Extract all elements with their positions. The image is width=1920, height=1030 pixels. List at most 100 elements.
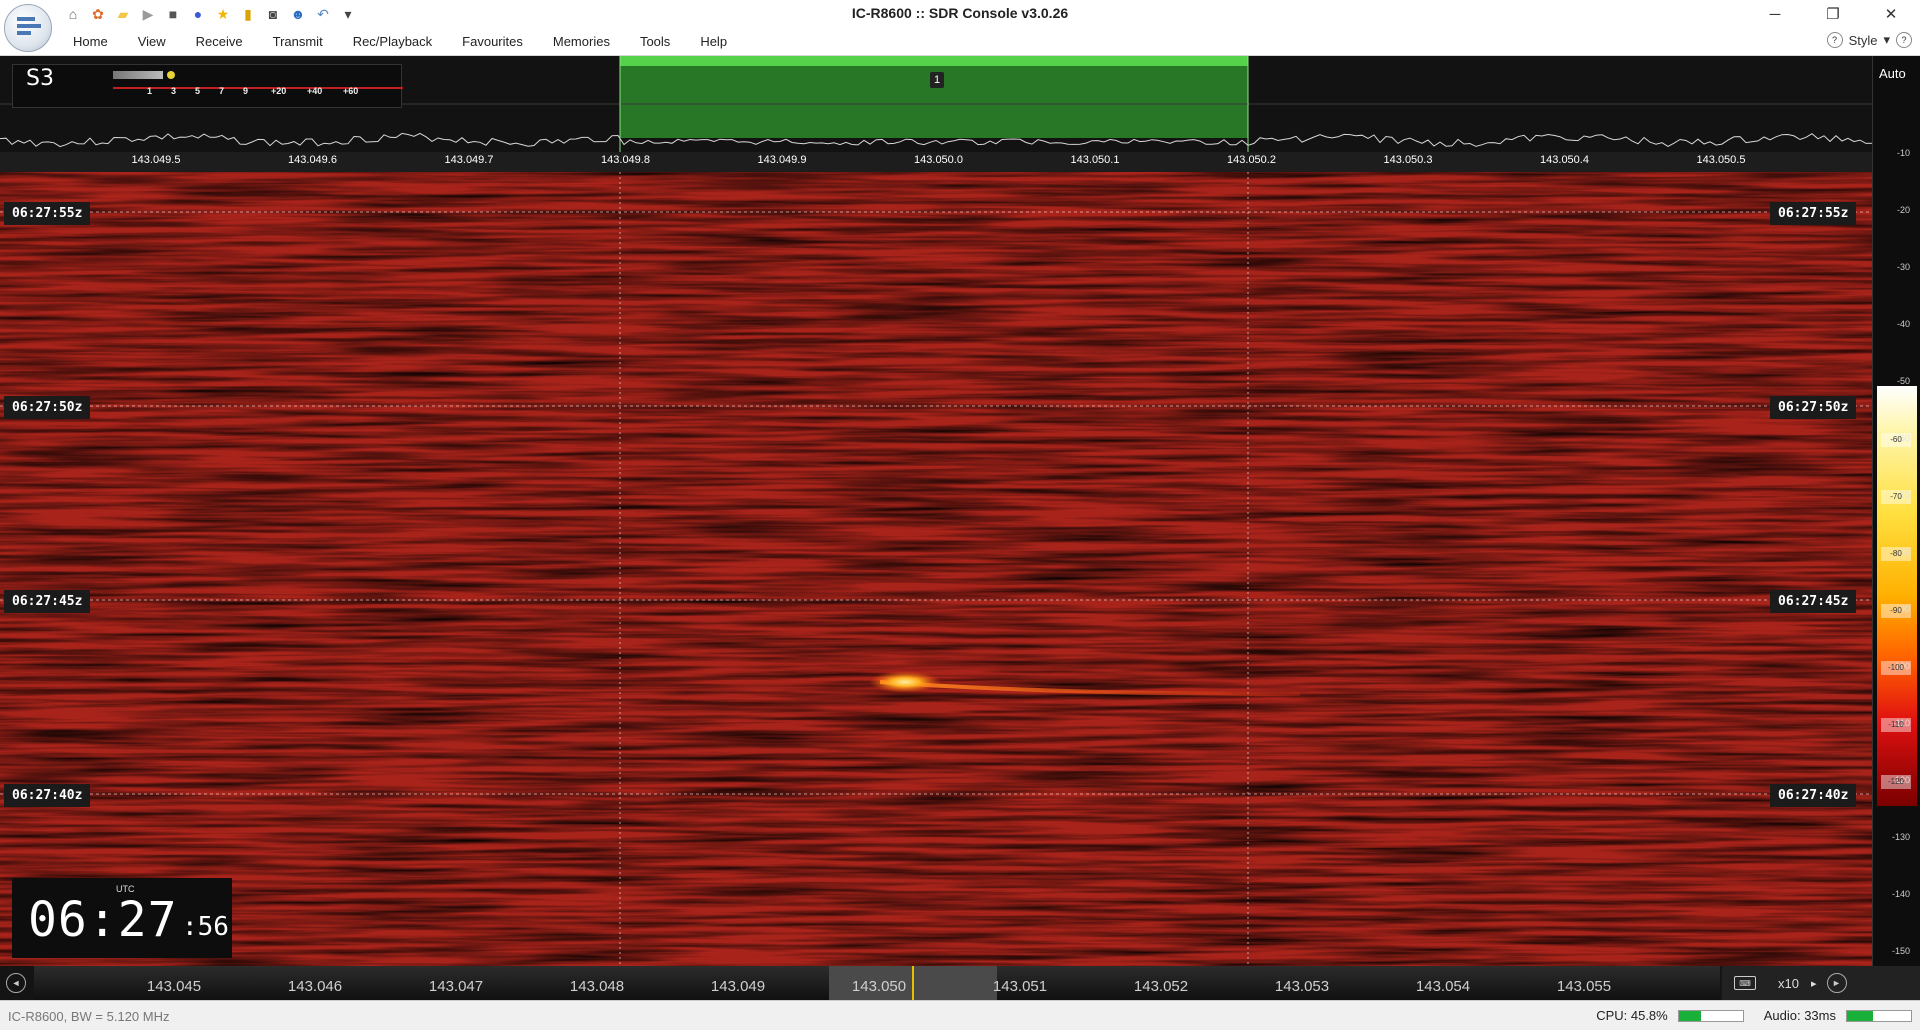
s-meter-reading: S3 xyxy=(26,66,54,91)
frequency-bar: ◄ 143.045 143.046 143.047 143.048 143.049 143… xyxy=(0,966,1920,1000)
auto-scale-button[interactable]: Auto xyxy=(1879,66,1906,81)
db-tick-label: -140 xyxy=(1891,889,1910,899)
frequency-label[interactable]: 143.054 xyxy=(1416,978,1470,995)
frequency-label[interactable]: 143.055 xyxy=(1557,978,1611,995)
menu-tools[interactable]: Tools xyxy=(625,34,685,49)
s-meter-scale-label: 9 xyxy=(243,86,249,96)
db-level-chip: -120 xyxy=(1881,775,1911,789)
menu-help[interactable]: Help xyxy=(685,34,742,49)
audio-meter-fill xyxy=(1847,1010,1873,1021)
frequency-label[interactable]: 143.048 xyxy=(570,978,624,995)
clock-hours-minutes: 06:27 xyxy=(28,892,178,948)
menu-home[interactable]: Home xyxy=(58,34,123,49)
audio-label: Audio: 33ms xyxy=(1763,1008,1836,1023)
scroll-left-button[interactable]: ◄ xyxy=(6,973,26,993)
time-label-right-1: 06:27:55z xyxy=(1770,202,1857,225)
db-level-chip: -110 xyxy=(1881,718,1911,732)
menu-memories[interactable]: Memories xyxy=(538,34,625,49)
style-icon: ? xyxy=(1826,32,1843,48)
radio-info: IC-R8600, BW = 5.120 MHz xyxy=(8,1009,170,1024)
close-button[interactable]: ✕ xyxy=(1862,0,1920,28)
keyboard-icon[interactable]: ⌨ xyxy=(1734,976,1756,990)
spectrum-tick-label: 143.049.5 xyxy=(131,154,181,166)
frequency-label[interactable]: 143.053 xyxy=(1275,978,1329,995)
spectrum-tick-label: 143.049.8 xyxy=(601,154,650,166)
spectrum-display[interactable]: S3 1 3 5 7 9 +20 +40 +60 1 143.049.5 143.049.6 14… xyxy=(0,56,1872,172)
s-meter-scale-label: 1 xyxy=(147,86,153,96)
help-icon[interactable]: ? xyxy=(1896,32,1912,48)
spectrum-tick-label: 143.050.4 xyxy=(1540,154,1589,166)
frequency-label[interactable]: 143.046 xyxy=(288,978,342,995)
style-menu[interactable]: ? Style ▾ ? xyxy=(1826,32,1912,48)
db-tick-label: -130 xyxy=(1891,832,1910,842)
db-level-chip: -80 xyxy=(1881,547,1911,561)
spectrum-tick-label: 143.050.0 xyxy=(914,154,963,166)
time-label-right-2: 06:27:50z xyxy=(1770,396,1857,419)
db-tick-label: -50 xyxy=(1896,376,1910,386)
db-level-chip: -90 xyxy=(1881,604,1911,618)
vfo-marker[interactable]: 1 xyxy=(930,72,944,88)
restore-button[interactable]: ❐ xyxy=(1804,0,1862,28)
s-meter-bar xyxy=(113,71,163,79)
spectrum-tick-label: 143.050.1 xyxy=(1070,154,1120,166)
window-controls: ─ ❐ ✕ xyxy=(1746,0,1920,28)
clock-seconds: :56 xyxy=(182,912,229,942)
s-meter-scale-label: +20 xyxy=(271,86,287,96)
app-logo-icon xyxy=(17,17,41,41)
title-bar: ⌂ ✿ ▰ ▶ ■ ● ★ ▮ ◙ ☻ ↶ ▾ IC-R8600 :: SDR Console v3.… xyxy=(0,0,1920,28)
minimize-button[interactable]: ─ xyxy=(1746,0,1804,28)
time-label-left-3: 06:27:45z xyxy=(4,590,91,613)
cpu-meter-fill xyxy=(1678,1010,1702,1021)
spectrum-tick-label: 143.049.6 xyxy=(288,154,337,166)
db-tick-label: -30 xyxy=(1896,262,1910,272)
frequency-label[interactable]: 143.050 xyxy=(852,978,906,995)
menu-receive[interactable]: Receive xyxy=(181,34,258,49)
db-level-chip: -100 xyxy=(1881,661,1911,675)
passband-region xyxy=(620,56,1248,138)
db-scale[interactable]: Auto -10 -20 -30 -40 -50 -60 -70 -80 -90 -100 -110… xyxy=(1872,56,1920,966)
s-meter-indicator-icon xyxy=(167,71,175,79)
time-label-left-1: 06:27:55z xyxy=(4,202,91,225)
db-tick-label: -20 xyxy=(1896,205,1910,215)
time-label-left-4: 06:27:40z xyxy=(4,784,91,807)
zoom-arrow-icon[interactable]: ▸ xyxy=(1811,977,1817,990)
s-meter-scale-label: 5 xyxy=(195,86,201,96)
menu-favourites[interactable]: Favourites xyxy=(447,34,538,49)
spectrum-tick-label: 143.049.9 xyxy=(757,154,807,166)
style-label: Style xyxy=(1848,32,1878,48)
meteor-signal-head xyxy=(869,671,941,693)
menu-bar: Home View Receive Transmit Rec/Playback Favou… xyxy=(0,28,1920,56)
zoom-level[interactable]: x10 xyxy=(1778,976,1799,991)
application-menu-button[interactable] xyxy=(4,4,52,52)
waterfall-image xyxy=(0,172,1872,966)
frequency-label[interactable]: 143.047 xyxy=(429,978,483,995)
s-meter-scale-label: 3 xyxy=(171,86,177,96)
db-tick-label: -40 xyxy=(1896,319,1910,329)
spectrum-frequency-axis: 143.049.5 143.049.6 143.049.7 143.049.8 143.… xyxy=(0,150,1872,170)
menu-transmit[interactable]: Transmit xyxy=(258,34,338,49)
status-meters: CPU: 45.8% Audio: 33ms xyxy=(1596,1008,1912,1023)
spectrum-tick-label: 143.050.5 xyxy=(1696,154,1746,166)
frequency-label[interactable]: 143.045 xyxy=(147,978,201,995)
frequency-label[interactable]: 143.051 xyxy=(993,978,1047,995)
scroll-right-button[interactable]: ► xyxy=(1826,973,1847,993)
s-meter-scale-label: +60 xyxy=(343,86,359,96)
cpu-meter xyxy=(1677,1009,1744,1022)
audio-meter xyxy=(1846,1009,1912,1022)
colour-gradient[interactable] xyxy=(1877,386,1917,806)
frequency-label[interactable]: 143.052 xyxy=(1134,978,1188,995)
time-label-right-4: 06:27:40z xyxy=(1770,784,1857,807)
spectrum-tick-label: 143.050.3 xyxy=(1383,154,1433,166)
frequency-label[interactable]: 143.049 xyxy=(711,978,765,995)
menu-view[interactable]: View xyxy=(123,34,181,49)
menu-rec-playback[interactable]: Rec/Playback xyxy=(338,34,447,49)
db-tick-label: -150 xyxy=(1891,946,1910,956)
frequency-cursor[interactable] xyxy=(912,966,914,1000)
status-bar: IC-R8600, BW = 5.120 MHz CPU: 45.8% Audi… xyxy=(0,1000,1920,1030)
spectrum-tick-label: 143.049.7 xyxy=(444,154,494,166)
window-title: IC-R8600 :: SDR Console v3.0.26 xyxy=(851,5,1069,21)
waterfall-display[interactable]: 06:27:55z 06:27:55z 06:27:50z 06:27:50z … xyxy=(0,172,1872,966)
s-meter-scale-label: 7 xyxy=(219,86,225,96)
utc-clock: UTC 06:27 :56 xyxy=(12,878,232,958)
db-level-chip: -70 xyxy=(1881,490,1911,504)
